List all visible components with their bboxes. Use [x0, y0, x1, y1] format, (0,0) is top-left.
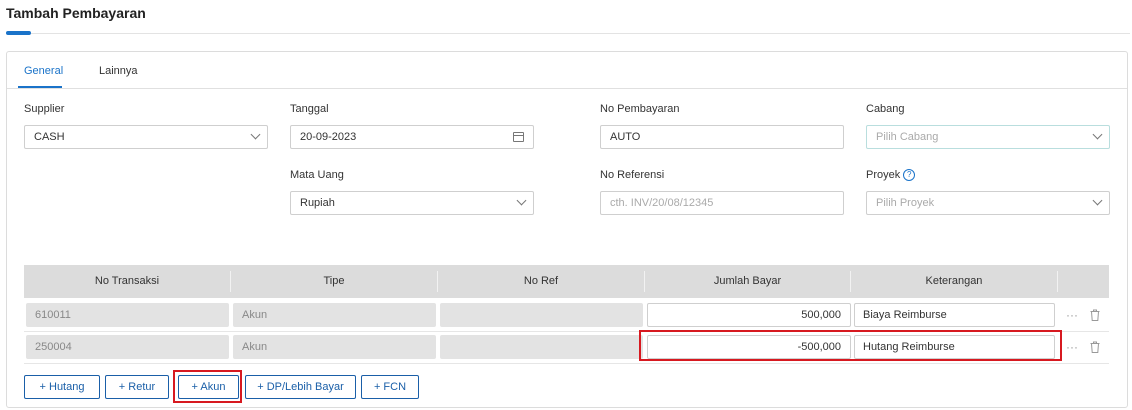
payment-form-card: General Lainnya Supplier Tanggal No Pemb… — [6, 51, 1128, 408]
no-referensi-text[interactable] — [610, 197, 843, 209]
row1-no-ref — [440, 303, 643, 327]
chevron-down-icon — [516, 195, 527, 206]
tab-bar: General Lainnya — [7, 52, 1127, 89]
trash-icon[interactable] — [1090, 309, 1100, 321]
more-options-icon[interactable]: ··· — [1066, 309, 1080, 321]
header-no-ref: No Ref — [523, 275, 559, 287]
table-header: No Transaksi Tipe No Ref Jumlah Bayar Ke… — [24, 265, 1109, 298]
row2-no-transaksi: 250004 — [26, 335, 229, 359]
add-hutang-button[interactable]: + Hutang — [24, 375, 100, 399]
proyek-label-group: Proyek? — [866, 169, 916, 182]
no-pembayaran-label: No Pembayaran — [600, 103, 680, 115]
row1-keterangan-input[interactable]: Biaya Reimburse — [854, 303, 1055, 327]
tanggal-value: 20-09-2023 — [300, 131, 357, 143]
header-tipe: Tipe — [323, 275, 345, 287]
no-referensi-label: No Referensi — [600, 169, 665, 181]
help-icon[interactable]: ? — [903, 169, 916, 182]
mata-uang-select[interactable]: Rupiah — [290, 191, 534, 215]
supplier-label: Supplier — [24, 103, 65, 115]
mata-uang-label: Mata Uang — [290, 169, 344, 181]
header-separator — [1057, 271, 1058, 292]
tanggal-label: Tanggal — [290, 103, 329, 115]
proyek-label: Proyek — [866, 169, 901, 181]
row1-no-transaksi: 610011 — [26, 303, 229, 327]
calendar-icon[interactable] — [513, 132, 524, 142]
proyek-placeholder: Pilih Proyek — [876, 197, 935, 209]
tab-general[interactable]: General — [24, 65, 63, 77]
header-no-transaksi: No Transaksi — [94, 275, 160, 287]
highlight-box — [639, 330, 1062, 361]
row1-tipe: Akun — [233, 303, 436, 327]
page-title: Tambah Pembayaran — [6, 5, 146, 21]
supplier-select[interactable]: CASH — [24, 125, 268, 149]
chevron-down-icon — [1092, 129, 1103, 140]
trash-icon[interactable] — [1090, 341, 1100, 353]
add-dp-lebih-bayar-button[interactable]: + DP/Lebih Bayar — [245, 375, 356, 399]
no-pembayaran-value: AUTO — [610, 131, 641, 143]
mata-uang-value: Rupiah — [300, 197, 335, 209]
tab-lainnya[interactable]: Lainnya — [99, 65, 138, 77]
add-retur-button[interactable]: + Retur — [105, 375, 169, 399]
more-options-icon[interactable]: ··· — [1066, 341, 1080, 353]
highlight-box — [173, 370, 242, 403]
no-referensi-input[interactable] — [600, 191, 844, 215]
row1-jumlah-bayar-input[interactable]: 500,000 — [647, 303, 851, 327]
row-divider — [24, 363, 1109, 364]
chevron-down-icon — [250, 129, 261, 140]
cabang-placeholder: Pilih Cabang — [876, 131, 939, 143]
chevron-down-icon — [1092, 195, 1103, 206]
cabang-select[interactable]: Pilih Cabang — [866, 125, 1110, 149]
tanggal-datepicker[interactable]: 20-09-2023 — [290, 125, 534, 149]
row2-no-ref — [440, 335, 643, 359]
supplier-value: CASH — [34, 131, 65, 143]
cabang-label: Cabang — [866, 103, 905, 115]
row2-tipe: Akun — [233, 335, 436, 359]
title-divider — [6, 33, 1130, 34]
proyek-select[interactable]: Pilih Proyek — [866, 191, 1110, 215]
header-jumlah-bayar: Jumlah Bayar — [713, 275, 782, 287]
title-accent-bar — [6, 31, 31, 35]
no-pembayaran-input[interactable]: AUTO — [600, 125, 844, 149]
header-keterangan: Keterangan — [925, 275, 983, 287]
active-tab-indicator — [18, 86, 62, 88]
add-fcn-button[interactable]: + FCN — [361, 375, 419, 399]
